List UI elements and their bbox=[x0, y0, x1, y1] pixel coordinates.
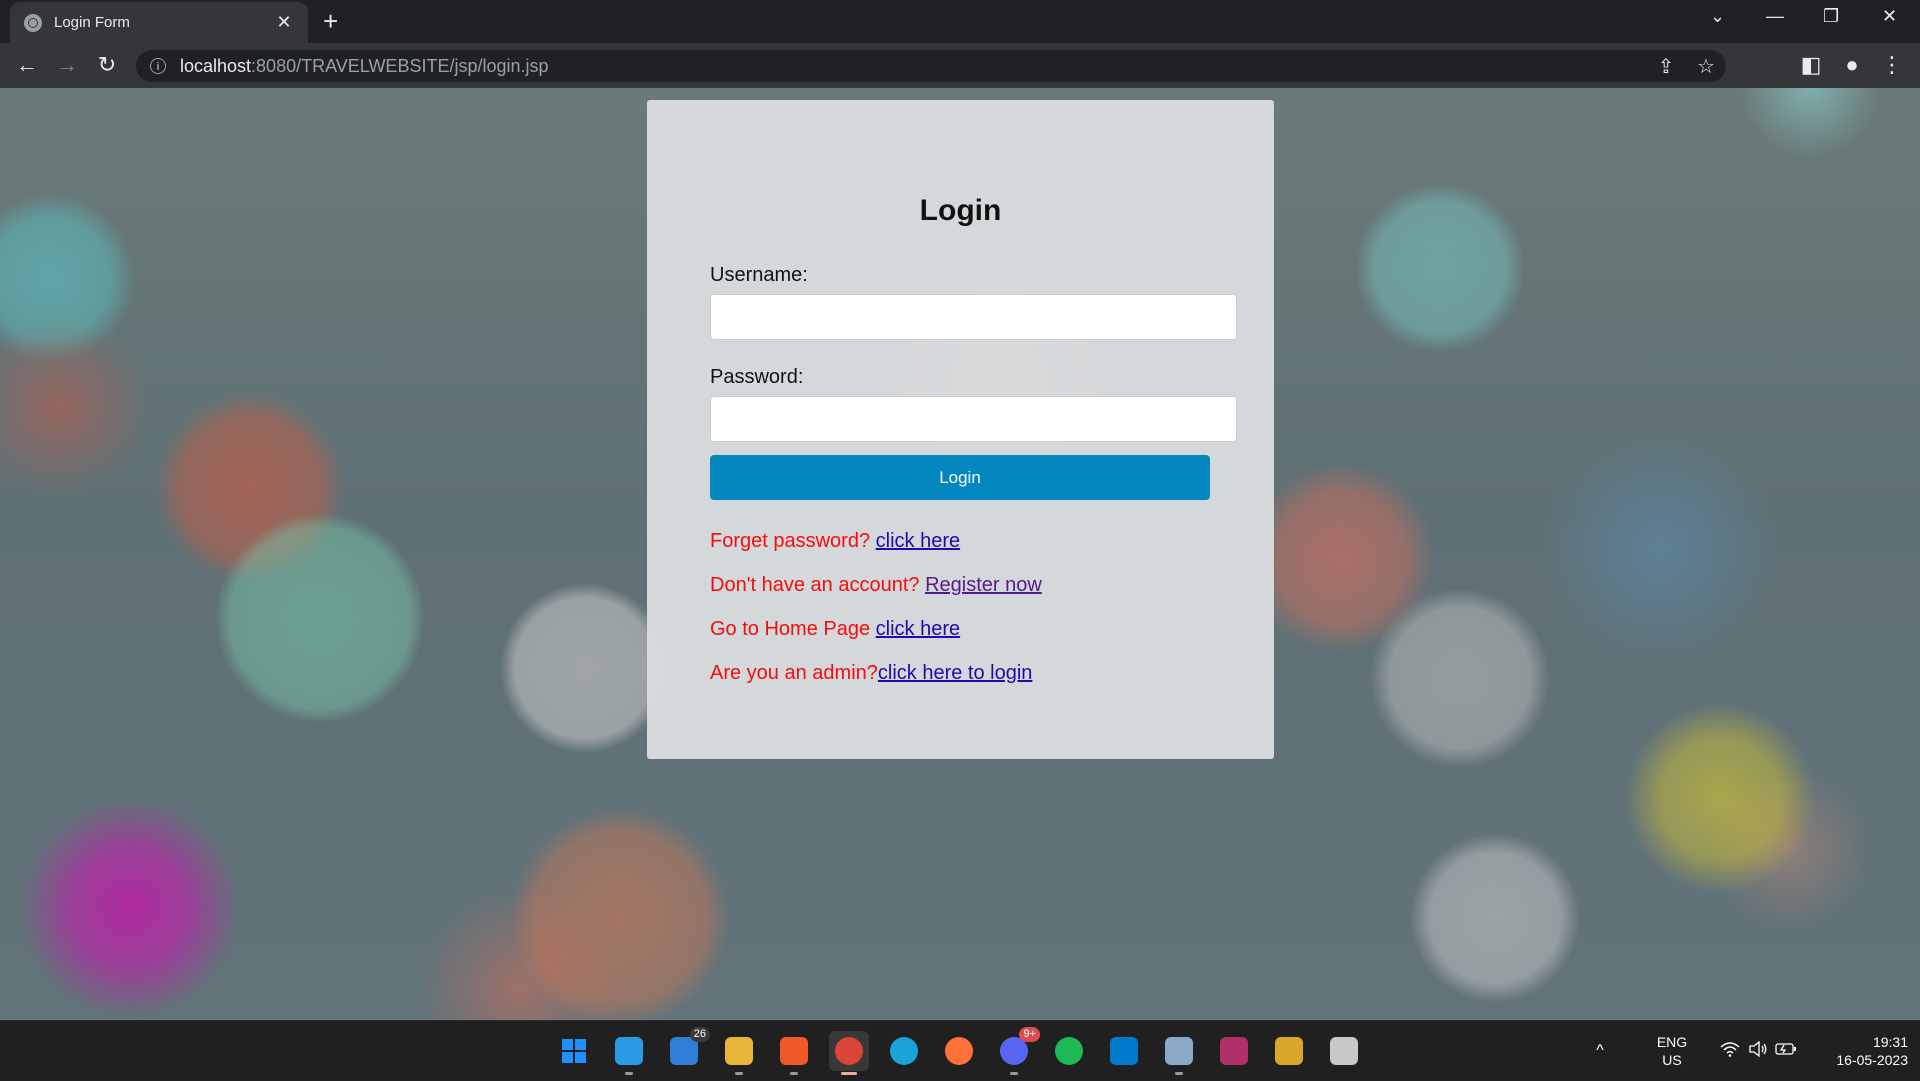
brave-icon bbox=[780, 1037, 808, 1065]
app-tools-icon bbox=[1275, 1037, 1303, 1065]
taskbar: 26 9+ ^ ENG US 19:31 16-05-2023 bbox=[0, 1020, 1920, 1080]
taskbar-app-cube-button[interactable] bbox=[1159, 1031, 1199, 1075]
wifi-icon[interactable] bbox=[1716, 1041, 1744, 1061]
taskbar-mail-button[interactable]: 26 bbox=[664, 1027, 710, 1071]
taskbar-firefox-button[interactable] bbox=[939, 1031, 979, 1071]
tab-title: Login Form bbox=[54, 14, 130, 31]
language-indicator[interactable]: ENG US bbox=[1642, 1033, 1702, 1069]
site-info-icon[interactable]: i bbox=[150, 58, 166, 74]
share-icon[interactable]: ⇪ bbox=[1646, 54, 1686, 79]
browser-tab[interactable]: Login Form ✕ bbox=[10, 2, 308, 43]
url-host: localhost bbox=[180, 55, 252, 76]
back-button[interactable]: ← bbox=[13, 51, 41, 79]
running-indicator bbox=[1175, 1072, 1183, 1075]
clock-time: 19:31 bbox=[1872, 1034, 1908, 1050]
region-code: US bbox=[1662, 1052, 1682, 1068]
side-panel-icon[interactable]: ◧ bbox=[1797, 51, 1825, 79]
username-label: Username: bbox=[710, 264, 808, 286]
taskbar-file-explorer-button[interactable] bbox=[719, 1031, 759, 1075]
globe-icon bbox=[24, 13, 42, 32]
taskbar-app-tools-button[interactable] bbox=[1269, 1031, 1309, 1071]
tray-overflow-chevron-icon[interactable]: ^ bbox=[1588, 1042, 1612, 1060]
running-indicator bbox=[625, 1072, 633, 1075]
address-bar[interactable]: i localhost:8080/TRAVELWEBSITE/jsp/login… bbox=[136, 50, 1726, 82]
bookmark-star-icon[interactable]: ☆ bbox=[1686, 54, 1726, 79]
winrar-icon bbox=[1220, 1037, 1248, 1065]
browser-toolbar: ← → ↻ i localhost:8080/TRAVELWEBSITE/jsp… bbox=[0, 43, 1920, 88]
taskbar-vscode-button[interactable] bbox=[1104, 1031, 1144, 1071]
clock-date: 16-05-2023 bbox=[1836, 1052, 1908, 1068]
browser-menu-icon[interactable]: ⋮ bbox=[1878, 51, 1906, 79]
login-button[interactable]: Login bbox=[710, 455, 1210, 500]
volume-icon[interactable] bbox=[1744, 1040, 1772, 1061]
restore-button[interactable]: ❐ bbox=[1823, 6, 1839, 27]
forgot-password-row: Forget password? click here bbox=[710, 530, 960, 553]
app-db-icon bbox=[1330, 1037, 1358, 1065]
new-tab-button[interactable]: + bbox=[323, 8, 338, 34]
home-page-row: Go to Home Page click here bbox=[710, 618, 960, 641]
register-row: Don't have an account? Register now bbox=[710, 574, 1042, 597]
home-page-link[interactable]: click here bbox=[876, 618, 960, 640]
taskbar-winrar-button[interactable] bbox=[1214, 1031, 1254, 1071]
taskbar-discord-button[interactable]: 9+ bbox=[994, 1027, 1040, 1075]
app-cube-icon bbox=[1165, 1037, 1193, 1065]
spotify-icon bbox=[1055, 1037, 1083, 1065]
browser-tab-bar: Login Form ✕ + ⌄ — ❐ ✕ bbox=[0, 0, 1920, 43]
page-background: Login Username: Password: Login Forget p… bbox=[0, 88, 1920, 1020]
password-input[interactable] bbox=[710, 396, 1237, 442]
profile-icon[interactable]: ● bbox=[1838, 51, 1866, 79]
login-form: Login Username: Password: Login Forget p… bbox=[647, 100, 1274, 759]
language-code: ENG bbox=[1656, 1034, 1688, 1050]
running-indicator bbox=[841, 1072, 857, 1075]
running-indicator bbox=[790, 1072, 798, 1075]
admin-login-row: Are you an admin?click here to login bbox=[710, 662, 1032, 685]
home-page-text: Go to Home Page bbox=[710, 618, 876, 640]
start-icon bbox=[560, 1037, 588, 1065]
mail-badge: 26 bbox=[689, 1027, 710, 1042]
taskbar-spotify-button[interactable] bbox=[1049, 1031, 1089, 1071]
username-input[interactable] bbox=[710, 294, 1237, 340]
admin-login-link[interactable]: click here to login bbox=[878, 662, 1033, 684]
vscode-icon bbox=[1110, 1037, 1138, 1065]
window-close-button[interactable]: ✕ bbox=[1882, 6, 1897, 27]
file-explorer-icon bbox=[725, 1037, 753, 1065]
taskbar-brave-button[interactable] bbox=[774, 1031, 814, 1075]
tab-search-icon[interactable]: ⌄ bbox=[1710, 6, 1725, 27]
taskbar-desktop-button[interactable] bbox=[609, 1031, 649, 1075]
login-title: Login bbox=[919, 194, 1002, 227]
taskbar-app-db-button[interactable] bbox=[1324, 1031, 1364, 1071]
taskbar-chrome-button[interactable] bbox=[829, 1031, 869, 1075]
forward-button[interactable]: → bbox=[53, 51, 81, 79]
system-tray: ^ ENG US 19:31 16-05-2023 bbox=[1588, 1021, 1920, 1081]
forgot-password-text: Forget password? bbox=[710, 530, 876, 552]
register-text: Don't have an account? bbox=[710, 574, 926, 596]
register-link[interactable]: Register now bbox=[925, 574, 1042, 596]
battery-icon[interactable] bbox=[1772, 1042, 1800, 1060]
chrome-icon bbox=[835, 1037, 863, 1065]
minimize-button[interactable]: — bbox=[1766, 6, 1784, 27]
notification-bell-icon[interactable] bbox=[1916, 1040, 1920, 1062]
forgot-password-link[interactable]: click here bbox=[876, 530, 960, 552]
firefox-icon bbox=[945, 1037, 973, 1065]
tab-close-icon[interactable]: ✕ bbox=[274, 12, 294, 33]
discord-badge: 9+ bbox=[1019, 1027, 1040, 1042]
password-label: Password: bbox=[710, 366, 804, 388]
admin-login-text: Are you an admin? bbox=[710, 662, 878, 684]
running-indicator bbox=[735, 1072, 743, 1075]
taskbar-edge-button[interactable] bbox=[884, 1031, 924, 1071]
clock[interactable]: 19:31 16-05-2023 bbox=[1818, 1033, 1908, 1069]
running-indicator bbox=[1010, 1072, 1018, 1075]
url-path: :8080/TRAVELWEBSITE/jsp/login.jsp bbox=[251, 55, 549, 76]
desktop-icon bbox=[615, 1037, 643, 1065]
taskbar-start-button[interactable] bbox=[554, 1031, 594, 1071]
reload-button[interactable]: ↻ bbox=[93, 51, 121, 79]
omnibox-actions: ⇪ ☆ bbox=[1646, 50, 1726, 82]
edge-icon bbox=[890, 1037, 918, 1065]
